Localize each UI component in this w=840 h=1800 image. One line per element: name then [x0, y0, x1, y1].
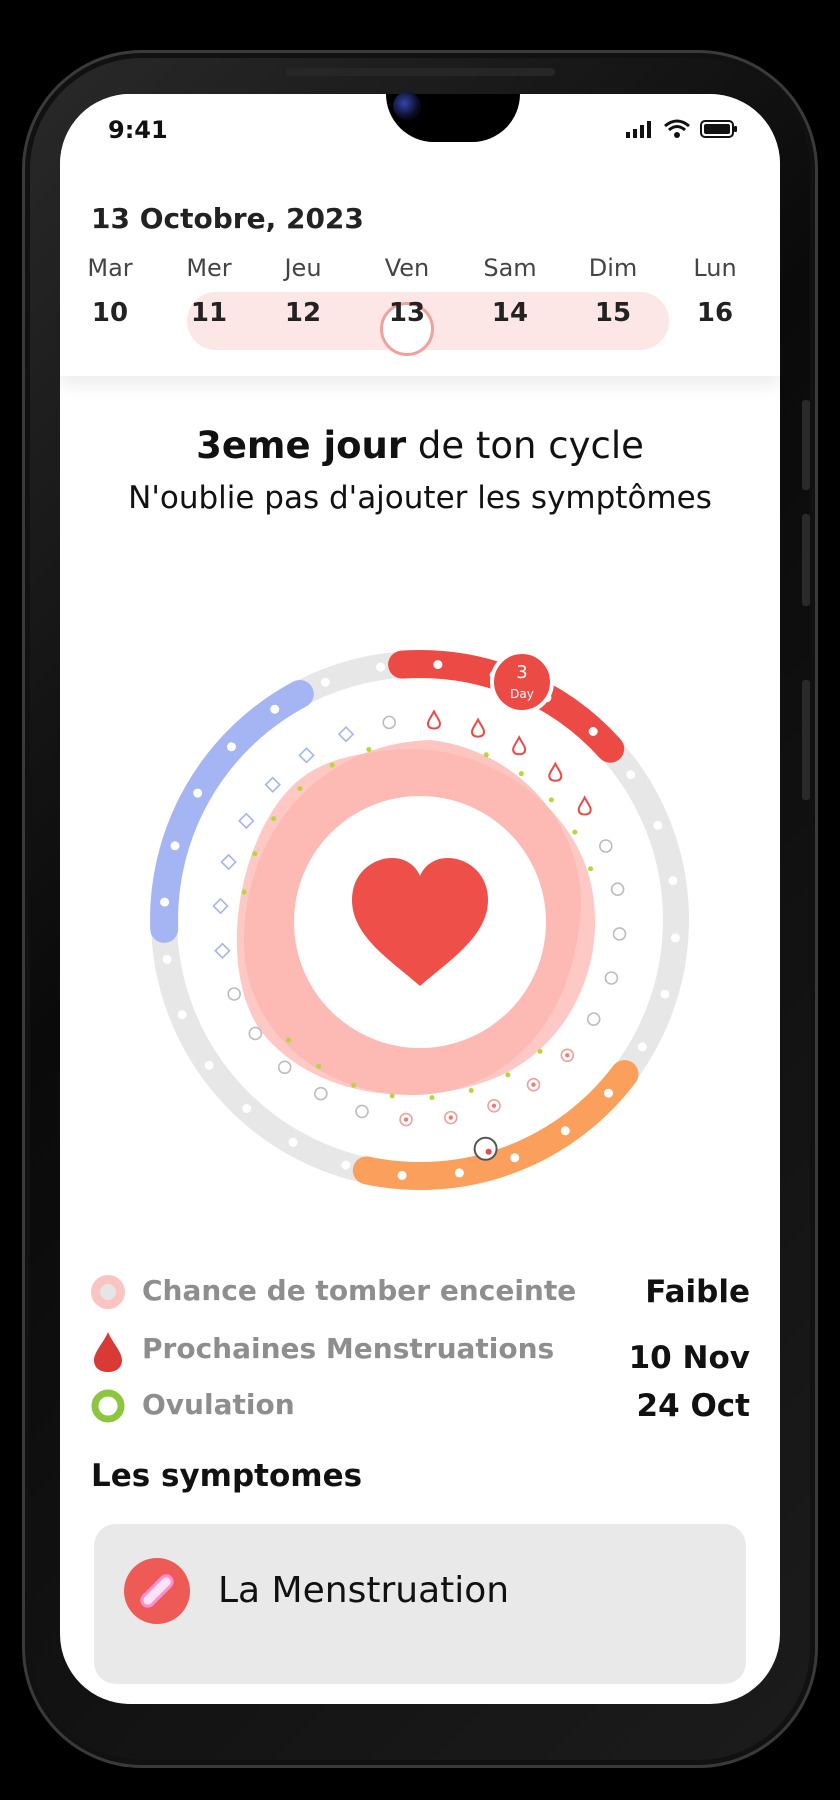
empty-day-icon	[586, 1012, 601, 1026]
legend-value: 24 Oct	[636, 1388, 750, 1424]
empty-day-icon	[382, 715, 397, 730]
cycle-day-dot	[288, 1137, 298, 1147]
cycle-day-dot	[177, 1010, 187, 1020]
cycle-day-dot	[204, 1060, 214, 1070]
cycle-day-dot	[270, 704, 280, 714]
earpiece-speaker	[285, 68, 555, 76]
day-mar[interactable]: Mar 10	[70, 254, 150, 328]
diamond-icon	[337, 725, 355, 743]
cycle-day-dot	[604, 1088, 613, 1098]
cycle-day-dot	[376, 662, 386, 672]
symptom-card-menstruation[interactable]: La Menstruation	[94, 1524, 746, 1684]
app-screen: 9:41 13 Octobre, 2023 Mar 10 Mer 11 Jeu …	[60, 94, 780, 1704]
current-date: 13 Octobre, 2023	[91, 202, 364, 235]
legend-label: Chance de tomber enceinte	[142, 1274, 577, 1307]
diamond-icon	[212, 897, 229, 915]
current-day-badge[interactable]: 3 Day	[490, 650, 554, 714]
status-icons	[626, 118, 738, 140]
cycle-day-dot	[341, 1160, 351, 1170]
legend-next-period: Prochaines Menstruations 10 Nov	[90, 1330, 750, 1378]
day-lun[interactable]: Lun 16	[675, 254, 755, 328]
signal-icon	[626, 121, 651, 138]
cycle-subtitle: N'oublie pas d'ajouter les symptômes	[128, 480, 712, 516]
cycle-day-dot	[668, 876, 678, 886]
cycle-day-dot	[160, 897, 170, 907]
diamond-icon	[220, 853, 237, 871]
power-button	[802, 680, 810, 800]
diamond-icon	[238, 812, 255, 830]
cycle-day-dot	[660, 989, 670, 999]
empty-day-icon	[248, 1026, 263, 1041]
cycle-day-dot	[227, 742, 236, 752]
drop-icon	[470, 717, 485, 738]
cycle-day-dot	[193, 788, 203, 798]
cycle-day-dot	[242, 1104, 252, 1113]
diamond-icon	[214, 942, 231, 959]
front-camera	[393, 92, 421, 120]
cycle-headline-rest: de ton cycle	[406, 424, 644, 467]
cycle-day-dot	[320, 677, 330, 687]
fertility-dot-icon	[91, 1275, 125, 1309]
pad-icon	[124, 1558, 190, 1624]
cycle-day-dot	[454, 1168, 464, 1178]
empty-day-icon	[604, 971, 619, 985]
empty-day-icon	[610, 882, 625, 897]
empty-day-icon	[612, 927, 627, 941]
empty-day-icon	[599, 839, 613, 853]
cycle-wheel[interactable]: 3 Day	[128, 628, 712, 1212]
legend-value: Faible	[645, 1274, 750, 1310]
cycle-day-dot	[653, 820, 663, 830]
legend-label: Prochaines Menstruations	[142, 1332, 555, 1365]
volume-up-button	[802, 400, 810, 490]
cycle-day-dot	[433, 660, 443, 670]
volume-down-button	[802, 514, 810, 606]
cycle-day-dot	[560, 1126, 570, 1136]
cycle-day-bold: 3eme jour	[196, 424, 407, 467]
cycle-day-dot	[670, 933, 680, 943]
week-strip: Mar 10 Mer 11 Jeu 12 Ven 13 Sam 14 Dim 15 Lun 1…	[60, 254, 780, 356]
cycle-day-dot	[637, 1042, 647, 1052]
current-day-number: 3	[516, 662, 527, 683]
blood-drop-icon	[94, 1332, 122, 1372]
ovulation-marker	[473, 1136, 498, 1161]
legend-label: Ovulation	[142, 1388, 295, 1421]
legend-ovulation: Ovulation 24 Oct	[90, 1386, 750, 1434]
drop-icon	[548, 761, 563, 782]
cycle-day-dot	[397, 1170, 407, 1180]
cycle-day-dot	[162, 954, 172, 964]
cycle-day-dot	[510, 1153, 520, 1163]
day-dim[interactable]: Dim 15	[573, 254, 653, 328]
drop-icon	[577, 795, 592, 816]
drop-icon	[512, 735, 527, 756]
status-time: 9:41	[108, 116, 168, 144]
battery-icon	[700, 120, 737, 138]
day-jeu[interactable]: Jeu 12	[263, 254, 343, 328]
empty-day-icon	[355, 1104, 369, 1119]
empty-day-icon	[314, 1086, 328, 1101]
symptoms-section-title: Les symptomes	[91, 1458, 363, 1494]
calendar-header: 9:41 13 Octobre, 2023 Mar 10 Mer 11 Jeu …	[60, 94, 780, 376]
cycle-day-dot	[626, 770, 636, 780]
diamond-icon	[264, 776, 281, 793]
wifi-icon	[664, 119, 690, 138]
empty-day-icon	[227, 987, 241, 1001]
current-day-unit: Day	[510, 687, 534, 701]
cycle-headline: 3eme jour de ton cycle	[60, 424, 780, 467]
day-ven[interactable]: Ven 13	[367, 254, 447, 328]
cycle-day-dot	[588, 727, 598, 736]
empty-day-icon	[277, 1060, 292, 1075]
cycle-day-dot	[170, 841, 180, 851]
symptom-label: La Menstruation	[218, 1570, 510, 1611]
ovulation-ring-icon	[91, 1389, 125, 1423]
drop-icon	[426, 709, 441, 730]
day-sam[interactable]: Sam 14	[470, 254, 550, 328]
legend-value: 10 Nov	[628, 1340, 750, 1376]
diamond-icon	[298, 747, 315, 764]
day-mer[interactable]: Mer 11	[169, 254, 249, 328]
legend-pregnancy-chance: Chance de tomber enceinte Faible	[90, 1272, 750, 1320]
